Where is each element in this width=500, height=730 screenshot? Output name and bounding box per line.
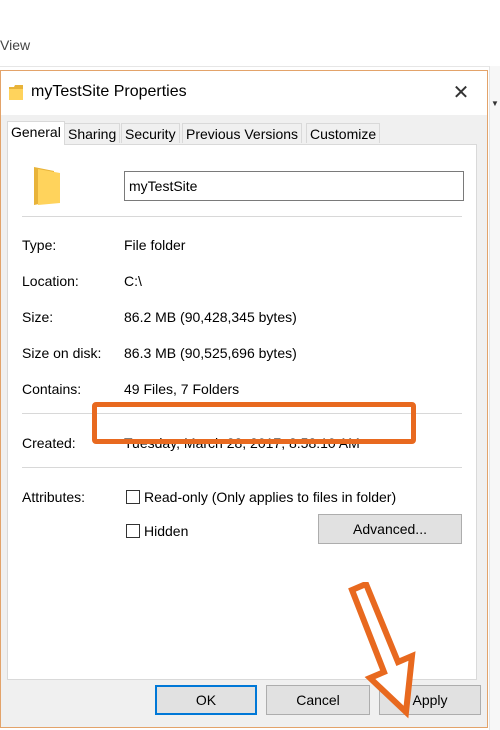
- size-on-disk-label: Size on disk:: [22, 345, 102, 361]
- menu-view-partial[interactable]: View: [0, 37, 30, 53]
- hidden-label[interactable]: Hidden: [144, 523, 188, 539]
- divider: [22, 467, 462, 468]
- readonly-label[interactable]: Read-only (Only applies to files in fold…: [144, 489, 396, 505]
- created-label: Created:: [22, 435, 76, 451]
- size-on-disk-value: 86.3 MB (90,525,696 bytes): [124, 345, 297, 361]
- toolbar-divider: [0, 66, 500, 67]
- type-label: Type:: [22, 237, 57, 253]
- tab-sharing[interactable]: Sharing: [64, 123, 121, 143]
- contains-value: 49 Files, 7 Folders: [124, 381, 240, 397]
- folder-icon: [9, 84, 23, 105]
- close-button[interactable]: ✕: [447, 79, 475, 107]
- readonly-highlight-box: [92, 402, 416, 444]
- size-value: 86.2 MB (90,428,345 bytes): [124, 309, 297, 325]
- ok-button[interactable]: OK: [155, 685, 257, 715]
- contains-label: Contains:: [22, 381, 82, 397]
- size-label: Size:: [22, 309, 54, 325]
- advanced-button[interactable]: Advanced...: [318, 514, 462, 544]
- tab-security[interactable]: Security: [121, 123, 180, 143]
- dialog-titlebar: myTestSite Properties ✕: [1, 71, 487, 115]
- chevron-down-icon[interactable]: ▼: [491, 99, 499, 108]
- divider: [22, 216, 462, 217]
- attributes-label: Attributes:: [22, 489, 86, 505]
- tab-previous-versions[interactable]: Previous Versions: [182, 123, 303, 143]
- tab-customize[interactable]: Customize: [306, 123, 381, 143]
- location-value: C:\: [124, 273, 142, 289]
- tab-general[interactable]: General: [7, 121, 65, 145]
- background-scroll-area: [489, 66, 500, 730]
- readonly-checkbox[interactable]: [126, 490, 140, 504]
- dialog-title: myTestSite Properties: [31, 83, 187, 100]
- close-icon: ✕: [452, 82, 470, 104]
- pointer-arrow-icon: [348, 582, 416, 719]
- folder-name-input[interactable]: [124, 171, 464, 201]
- folder-large-icon: [30, 165, 60, 210]
- hidden-checkbox[interactable]: [126, 524, 140, 538]
- type-value: File folder: [124, 237, 186, 253]
- location-label: Location:: [22, 273, 79, 289]
